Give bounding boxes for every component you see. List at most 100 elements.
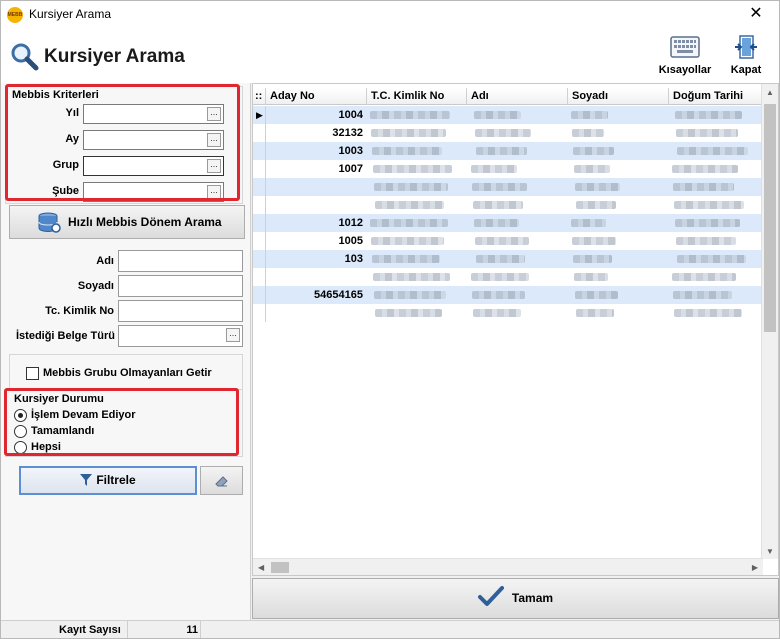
redacted-cell [575,291,618,299]
branch-input[interactable]: ... [83,182,224,202]
status-completed-radio[interactable] [14,425,27,438]
ok-label: Tamam [511,591,554,605]
no-group-checkbox[interactable] [26,367,39,380]
status-all-radio[interactable] [14,441,27,454]
scroll-left-icon[interactable]: ◀ [258,563,264,572]
last-name-input[interactable] [118,275,243,297]
branch-picker-icon[interactable]: ... [207,185,221,199]
row-indicator [253,178,266,196]
shortcuts-button[interactable]: Kısayollar [656,34,714,80]
cell-aday-no: 32132 [332,127,363,139]
table-row[interactable]: 1012 [253,214,763,232]
doc-type-picker-icon[interactable]: ... [226,328,240,342]
cell-aday-no: 1005 [338,235,363,247]
table-row[interactable]: ▶ 1004 [253,106,763,124]
row-indicator: ▶ [253,106,266,124]
redacted-cell [374,291,446,299]
scroll-right-icon[interactable]: ▶ [752,563,758,572]
redacted-cell [473,309,521,317]
row-indicator [253,124,266,142]
table-row[interactable] [253,268,763,286]
cell-aday-no: 103 [344,253,363,265]
vertical-scrollbar[interactable]: ▲ ▼ [761,84,778,559]
redacted-cell [575,183,620,191]
redacted-cell [373,165,452,173]
table-row[interactable]: 1007 [253,160,763,178]
horizontal-scroll-thumb[interactable] [271,562,289,573]
keyboard-icon [670,36,700,58]
scroll-up-icon[interactable]: ▲ [766,88,774,97]
table-row[interactable] [253,196,763,214]
redacted-cell [571,111,608,119]
filter-icon [80,474,93,486]
search-icon [11,43,39,71]
scroll-down-icon[interactable]: ▼ [766,547,774,556]
filter-panel: Mebbis Kriterleri Yıl ... Ay ... Grup ..… [1,83,251,620]
horizontal-scrollbar[interactable]: ◀ ▶ [253,558,763,575]
table-row[interactable]: 1005 [253,232,763,250]
redacted-cell [375,309,442,317]
redacted-cell [572,129,604,137]
grid-header: :: Aday No T.C. Kimlik No Adı Soyadı Doğ… [253,88,763,105]
redacted-cell [573,255,612,263]
redacted-cell [371,237,444,245]
redacted-cell [573,147,614,155]
page-title: Kursiyer Arama [44,46,185,67]
row-indicator [253,268,266,286]
table-row[interactable] [253,304,763,322]
redacted-cell [373,273,450,281]
window-close-icon[interactable]: ✕ [741,2,771,26]
no-group-box: Mebbis Grubu Olmayanları Getir [9,354,243,390]
table-row[interactable]: 103 [253,250,763,268]
year-picker-icon[interactable]: ... [207,107,221,121]
table-row[interactable]: 1003 [253,142,763,160]
vertical-scroll-thumb[interactable] [764,104,776,332]
cell-aday-no: 54654165 [314,289,363,301]
column-aday-no[interactable]: Aday No [266,88,367,105]
cell-aday-no: 1003 [338,145,363,157]
close-button[interactable]: Kapat [726,34,766,80]
row-indicator [253,304,266,322]
ok-button[interactable]: Tamam [252,578,779,619]
results-grid: :: Aday No T.C. Kimlik No Adı Soyadı Doğ… [252,83,779,576]
column-soyadi[interactable]: Soyadı [568,88,669,105]
year-input[interactable]: ... [83,104,224,124]
row-indicator [253,160,266,178]
group-input[interactable]: ... [83,156,224,176]
branch-label: Şube [52,185,79,197]
clear-filter-button[interactable] [200,466,243,495]
status-in-progress-label: İşlem Devam Ediyor [31,409,136,421]
page-header: Kursiyer Arama Kısayollar Kapat [1,28,779,83]
redacted-cell [474,219,519,227]
status-in-progress-radio[interactable] [14,409,27,422]
row-indicator [253,214,266,232]
current-row-icon: ▶ [256,110,263,120]
database-icon [38,212,61,233]
group-picker-icon[interactable]: ... [207,159,221,173]
table-row[interactable]: 32132 [253,124,763,142]
redacted-cell [574,165,610,173]
redacted-cell [474,111,521,119]
table-row[interactable]: 54654165 [253,286,763,304]
row-indicator [253,232,266,250]
tc-input[interactable] [118,300,243,322]
row-indicator [253,196,266,214]
status-group: Kursiyer Durumu İşlem Devam Ediyor Tamam… [5,389,243,457]
quick-mebbis-search-button[interactable]: Hızlı Mebbis Dönem Arama [9,205,245,239]
redacted-cell [471,165,517,173]
redacted-cell [476,147,527,155]
redacted-cell [574,273,608,281]
column-dogum-tarihi[interactable]: Doğum Tarihi [669,88,763,105]
filter-button[interactable]: Filtrele [19,466,197,495]
column-tc-kimlik-no[interactable]: T.C. Kimlik No [367,88,467,105]
redacted-cell [475,237,529,245]
table-row[interactable] [253,178,763,196]
redacted-cell [370,111,450,119]
redacted-cell [672,165,738,173]
month-input[interactable]: ... [83,130,224,150]
checkmark-icon [477,586,504,606]
doc-type-input[interactable]: ... [118,325,243,347]
column-adi[interactable]: Adı [467,88,568,105]
month-picker-icon[interactable]: ... [207,133,221,147]
first-name-input[interactable] [118,250,243,272]
